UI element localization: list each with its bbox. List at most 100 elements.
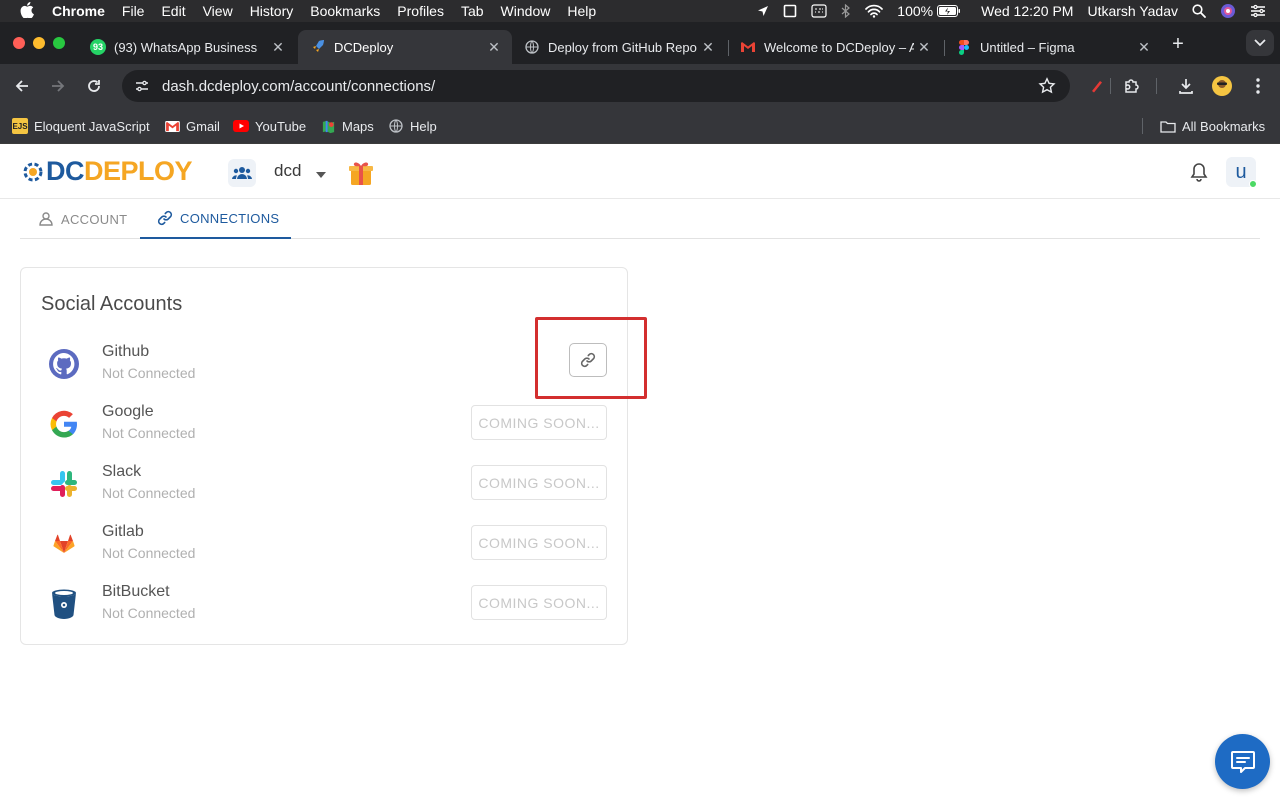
battery-icon[interactable] — [937, 5, 961, 17]
account-name: Github — [102, 343, 150, 360]
forward-icon[interactable] — [46, 74, 70, 98]
account-row-google: Google Not Connected COMING SOON... — [21, 400, 627, 450]
menu-app-name[interactable]: Chrome — [52, 0, 105, 22]
account-status: Not Connected — [102, 365, 196, 381]
menu-window[interactable]: Window — [501, 0, 551, 22]
globe-icon — [388, 118, 404, 134]
bookmark-label: Gmail — [186, 118, 220, 134]
tab-account[interactable]: ACCOUNT — [38, 199, 138, 239]
back-icon[interactable] — [10, 74, 34, 98]
bookmark-eloquent-js[interactable]: EJS Eloquent JavaScript — [12, 116, 150, 136]
logo-dc: DC — [46, 156, 85, 186]
tab-gmail-welcome[interactable]: Welcome to DCDeploy – A ✕ — [728, 30, 942, 64]
bookmark-maps[interactable]: Maps — [320, 116, 374, 136]
menu-help[interactable]: Help — [567, 0, 596, 22]
bookmark-gmail[interactable]: Gmail — [164, 116, 220, 136]
tab-title: Untitled – Figma — [980, 39, 1075, 55]
apple-icon[interactable] — [20, 1, 34, 21]
bookmark-youtube[interactable]: YouTube — [233, 116, 306, 136]
app-header: DC DEPLOY dcd u — [0, 144, 1280, 199]
site-info-icon[interactable] — [134, 78, 150, 94]
menu-history[interactable]: History — [250, 0, 294, 22]
bell-icon[interactable] — [1188, 161, 1210, 188]
account-status: Not Connected — [102, 605, 196, 621]
account-row-slack: Slack Not Connected COMING SOON... — [21, 460, 627, 510]
team-icon[interactable] — [228, 159, 256, 187]
chevron-down-icon[interactable] — [316, 165, 326, 183]
tab-title: Deploy from GitHub Repo — [548, 39, 697, 55]
gear-icon — [23, 162, 43, 181]
ejs-icon: EJS — [12, 118, 28, 134]
reload-icon[interactable] — [82, 74, 106, 98]
menu-tab[interactable]: Tab — [461, 0, 484, 22]
tab-figma[interactable]: Untitled – Figma ✕ — [944, 30, 1162, 64]
toolbar-separator — [1110, 78, 1111, 94]
link-icon — [580, 352, 596, 368]
keyboard-grid-icon[interactable] — [811, 4, 827, 18]
location-arrow-icon[interactable] — [757, 5, 769, 17]
account-status: Not Connected — [102, 485, 196, 501]
window-minimize-button[interactable] — [33, 37, 45, 49]
close-tab-icon[interactable]: ✕ — [914, 39, 934, 56]
menu-file[interactable]: File — [122, 0, 145, 22]
all-bookmarks[interactable]: All Bookmarks — [1160, 116, 1265, 136]
connect-github-button[interactable] — [569, 343, 607, 377]
maps-icon — [320, 118, 336, 134]
user-name[interactable]: Utkarsh Yadav — [1087, 3, 1178, 19]
tab-title: DCDeploy — [334, 39, 394, 55]
close-tab-icon[interactable]: ✕ — [1134, 39, 1154, 56]
link-icon — [157, 210, 173, 226]
tab-search-icon[interactable] — [1246, 30, 1274, 56]
menu-view[interactable]: View — [203, 0, 233, 22]
chrome-menu-icon[interactable] — [1246, 74, 1270, 98]
account-name: BitBucket — [102, 583, 170, 600]
avatar-letter: u — [1235, 160, 1247, 183]
tab-title: (93) WhatsApp Business — [114, 39, 258, 55]
clock[interactable]: Wed 12:20 PM — [981, 3, 1073, 19]
bookmark-help[interactable]: Help — [388, 116, 437, 136]
coming-soon-button: COMING SOON... — [471, 405, 607, 440]
bookmarks-bar: EJS Eloquent JavaScript Gmail YouTube Ma… — [0, 108, 1280, 144]
address-bar[interactable]: dash.dcdeploy.com/account/connections/ — [122, 70, 1070, 102]
extensions-puzzle-icon[interactable] — [1120, 74, 1144, 98]
download-icon[interactable] — [1174, 74, 1198, 98]
chat-support-button[interactable] — [1215, 734, 1270, 789]
close-tab-icon[interactable]: ✕ — [698, 39, 718, 56]
tab-connections-label: CONNECTIONS — [180, 210, 280, 226]
bluetooth-icon[interactable] — [841, 4, 851, 18]
menu-profiles[interactable]: Profiles — [397, 0, 444, 22]
profile-avatar-icon[interactable] — [1210, 74, 1234, 98]
spotlight-search-icon[interactable] — [1192, 4, 1206, 18]
tab-dcdeploy[interactable]: DCDeploy ✕ — [298, 30, 512, 64]
window-square-icon[interactable] — [783, 4, 797, 18]
window-close-button[interactable] — [13, 37, 25, 49]
bookmark-star-icon[interactable] — [1038, 77, 1056, 100]
extension-red-icon[interactable] — [1084, 74, 1108, 98]
window-zoom-button[interactable] — [53, 37, 65, 49]
coming-soon-button: COMING SOON... — [471, 525, 607, 560]
user-avatar[interactable]: u — [1226, 157, 1257, 188]
close-tab-icon[interactable]: ✕ — [484, 39, 504, 56]
tab-deploy-github[interactable]: Deploy from GitHub Repo ✕ — [512, 30, 726, 64]
account-row-bitbucket: BitBucket Not Connected COMING SOON... — [21, 580, 627, 630]
menu-edit[interactable]: Edit — [161, 0, 185, 22]
slack-icon — [47, 467, 81, 501]
whatsapp-icon: 93 — [90, 39, 106, 55]
browser-toolbar: dash.dcdeploy.com/account/connections/ — [0, 64, 1280, 108]
card-title: Social Accounts — [41, 293, 183, 315]
dcdeploy-logo[interactable]: DC DEPLOY — [22, 156, 193, 187]
menu-bookmarks[interactable]: Bookmarks — [310, 0, 380, 22]
siri-icon[interactable] — [1220, 3, 1236, 19]
macos-menu-bar: Chrome File Edit View History Bookmarks … — [0, 0, 1280, 22]
account-name: Gitlab — [102, 523, 144, 540]
tab-whatsapp[interactable]: 93 (93) WhatsApp Business ✕ — [78, 30, 296, 64]
folder-icon — [1160, 118, 1176, 134]
gift-icon[interactable] — [348, 158, 374, 191]
team-name[interactable]: dcd — [274, 161, 301, 181]
tab-connections[interactable]: CONNECTIONS — [140, 199, 291, 239]
new-tab-icon[interactable]: + — [1166, 32, 1190, 56]
wifi-icon[interactable] — [865, 4, 884, 18]
control-center-icon[interactable] — [1250, 4, 1266, 18]
close-tab-icon[interactable]: ✕ — [268, 39, 288, 56]
globe-icon — [524, 39, 540, 55]
